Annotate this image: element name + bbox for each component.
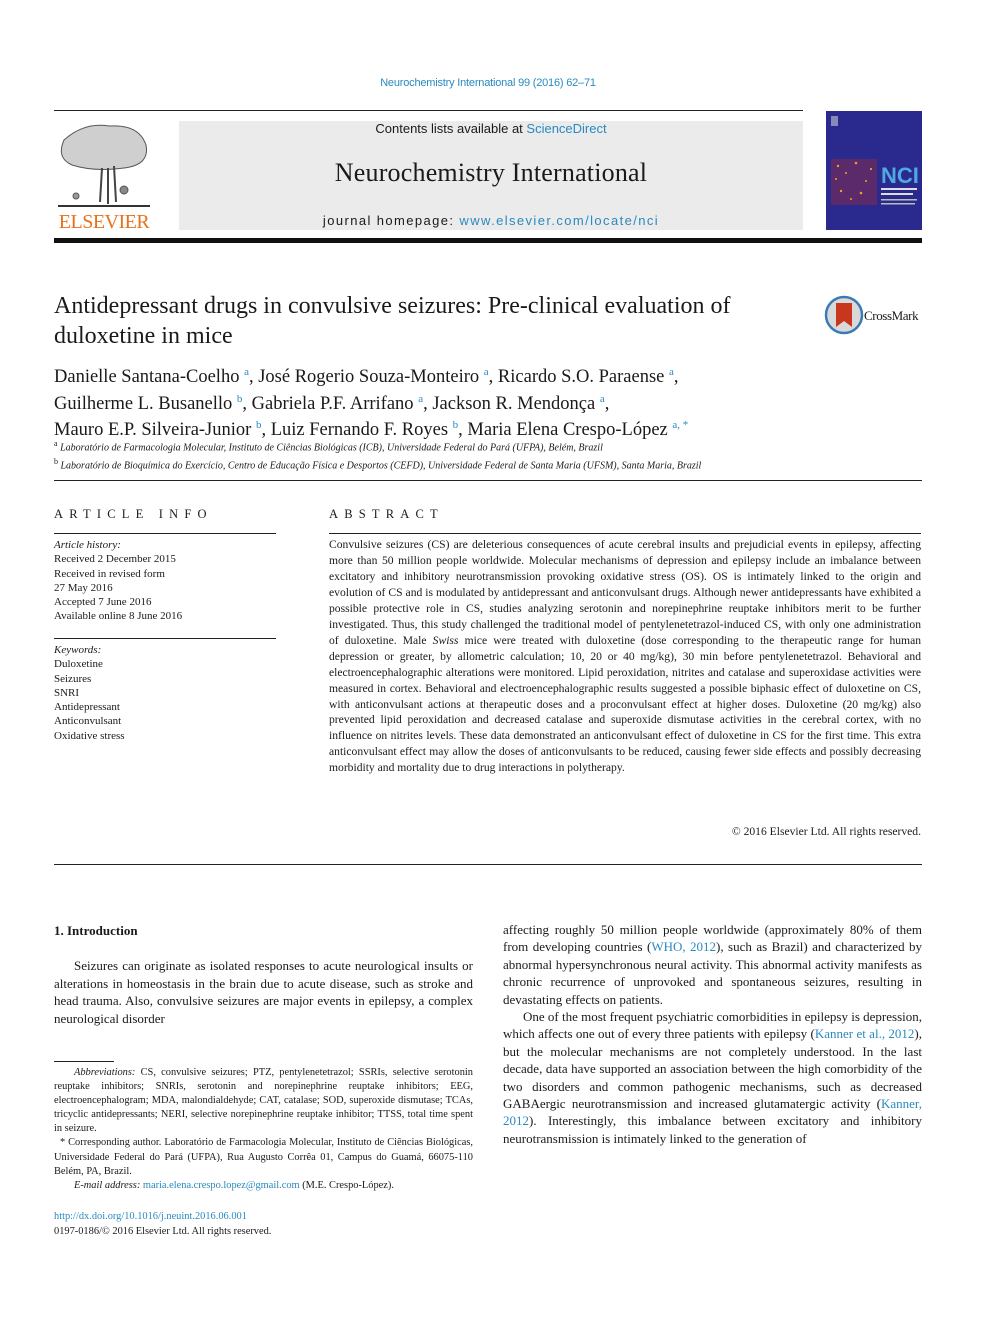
header-thick-rule [54,238,922,243]
journal-cover-image[interactable]: NCI [826,111,922,230]
doi-link[interactable]: http://dx.doi.org/10.1016/j.neuint.2016.… [54,1211,247,1222]
keyword: Oxidative stress [54,729,125,742]
abstract-text: Convulsive seizures (CS) are deleterious… [329,538,922,775]
author[interactable]: Gabriela P.F. Arrifano a [252,393,423,414]
header-rule [54,110,803,111]
corresponding-author-footnote: * Corresponding author. Laboratório de F… [54,1137,473,1177]
contents-line: Contents lists available at ScienceDirec… [179,121,803,136]
keyword: SNRI [54,686,80,699]
elsevier-wordmark: ELSEVIER [58,211,150,233]
affiliations: a Laboratório de Farmacologia Molecular,… [54,437,914,474]
author[interactable]: Guilherme L. Busanello b [54,393,242,414]
history-item: Available online 8 June 2016 [54,610,183,623]
cover-nci-label: NCI [881,163,919,188]
keywords: Keywords: Duloxetine Seizures SNRI Antid… [54,643,276,743]
keyword: Antidepressant [54,701,120,714]
article-title: Antidepressant drugs in convulsive seizu… [54,293,731,349]
contents-prefix: Contents lists available at [375,121,527,136]
history-item: Received 2 December 2015 [54,553,176,566]
email-link[interactable]: maria.elena.crespo.lopez@gmail.com [143,1180,300,1191]
author[interactable]: Jackson R. Mendonça a [432,393,604,414]
abstract-bottom-rule [54,864,922,865]
history-item: Received in revised form [54,567,165,580]
author[interactable]: Danielle Santana-Coelho a [54,366,249,387]
body-paragraph: affecting roughly 50 million people worl… [503,922,923,1007]
email-footnote: E-mail address: maria.elena.crespo.lopez… [74,1179,394,1191]
journal-homepage: journal homepage: www.elsevier.com/locat… [179,213,803,228]
keyword: Duloxetine [54,658,103,671]
footnotes: Abbreviations: CS, convulsive seizures; … [54,1066,473,1193]
history-item: Accepted 7 June 2016 [54,596,152,609]
right-column-text: affecting roughly 50 million people worl… [503,921,922,1147]
abstract-copyright: © 2016 Elsevier Ltd. All rights reserved… [731,825,921,838]
homepage-prefix: journal homepage: [322,213,460,228]
footnote-rule [54,1061,114,1062]
journal-citation-link[interactable]: Neurochemistry International 99 (2016) 6… [0,77,976,89]
article-info-heading: ARTICLE INFO [54,507,213,521]
crossmark-label[interactable]: CrossMark [864,308,919,324]
affiliation: b Laboratório de Bioquímica do Exercício… [54,457,702,472]
history-item: 27 May 2016 [54,581,113,594]
sciencedirect-link[interactable]: ScienceDirect [526,121,606,136]
reference-link[interactable]: WHO, 2012 [651,939,716,954]
article-info-rule [54,533,276,534]
body-paragraph: One of the most frequent psychiatric com… [503,1009,922,1146]
section-rule [54,480,922,481]
abstract-heading: ABSTRACT [329,507,444,521]
section-heading-introduction: 1. Introduction [54,923,138,938]
issn-copyright: 0197-0186/© 2016 Elsevier Ltd. All right… [54,1226,272,1237]
keyword: Seizures [54,672,92,685]
affiliation: a Laboratório de Farmacologia Molecular,… [54,439,603,454]
keyword: Anticonvulsant [54,715,122,728]
author[interactable]: José Rogerio Souza-Monteiro a [258,366,488,387]
article-history: Article history: Received 2 December 201… [54,538,276,624]
homepage-link[interactable]: www.elsevier.com/locate/nci [459,213,659,228]
author[interactable]: Ricardo S.O. Paraense a [498,366,674,387]
reference-link[interactable]: Kanner et al., 2012 [815,1026,915,1041]
author-list: Danielle Santana-Coelho a, José Rogerio … [54,366,689,441]
crossmark-icon [824,295,864,335]
abbreviations-footnote: Abbreviations: CS, convulsive seizures; … [54,1067,473,1135]
keywords-rule [54,638,276,639]
abstract-rule [329,533,921,534]
intro-paragraph: Seizures can originate as isolated respo… [54,958,473,1026]
keywords-label: Keywords: [54,644,102,656]
history-label: Article history: [54,539,121,551]
journal-name: Neurochemistry International [334,158,648,187]
